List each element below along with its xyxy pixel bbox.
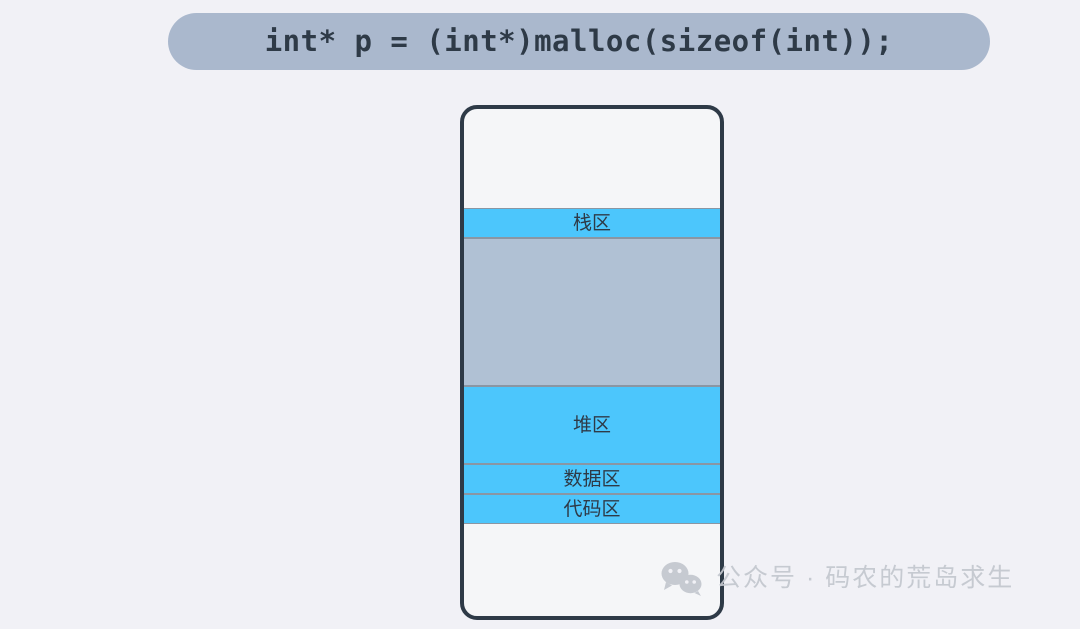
memory-layout-diagram: 栈区堆区数据区代码区 xyxy=(460,105,724,620)
memory-segment-top-unused xyxy=(464,109,720,208)
memory-segment-label: 堆区 xyxy=(572,414,611,436)
watermark-text: 公众号 · 码农的荒岛求生 xyxy=(716,563,1015,592)
memory-segment-label: 代码区 xyxy=(563,498,621,520)
code-banner: int* p = (int*)malloc(sizeof(int)); xyxy=(168,13,990,70)
memory-segment-code: 代码区 xyxy=(464,494,720,524)
memory-segment-unused-gap xyxy=(464,238,720,386)
memory-segment-label: 栈区 xyxy=(572,212,611,234)
canvas: int* p = (int*)malloc(sizeof(int)); 栈区堆区… xyxy=(0,0,1080,629)
memory-segment-data: 数据区 xyxy=(464,464,720,494)
watermark: 公众号 · 码农的荒岛求生 xyxy=(660,560,1014,596)
memory-segment-stack: 栈区 xyxy=(464,208,720,238)
wechat-icon xyxy=(661,562,702,596)
code-banner-text: int* p = (int*)malloc(sizeof(int)); xyxy=(264,24,894,58)
memory-segment-heap: 堆区 xyxy=(464,386,720,464)
memory-segment-label: 数据区 xyxy=(563,468,621,490)
